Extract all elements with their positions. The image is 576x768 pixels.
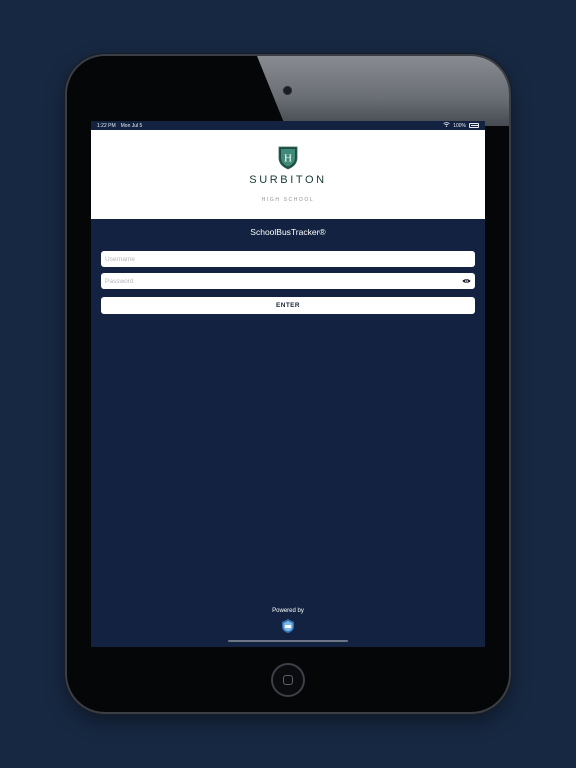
status-right: 100% [443,122,479,129]
wifi-icon [443,122,450,129]
school-name: SURBITON [249,174,327,186]
app-title: SchoolBusTracker® [250,227,326,237]
crest-monogram: H [284,153,292,165]
enter-button[interactable]: ENTER [101,297,475,314]
home-button-square-icon [283,675,293,685]
front-camera [283,86,292,95]
home-indicator[interactable] [228,640,348,642]
battery-percent: 100% [453,122,466,129]
app-screen: 1:22 PM Mon Jul 5 100% H SURBITON HIGH S… [91,121,485,647]
powered-by-label: Powered by [272,608,304,614]
status-bar: 1:22 PM Mon Jul 5 100% [91,121,485,130]
status-time: 1:22 PM [97,122,116,129]
password-input[interactable] [101,277,475,285]
powered-by-logo-icon [282,619,294,633]
password-field[interactable] [101,273,475,289]
battery-icon [469,123,479,128]
screen-glare [257,56,509,126]
school-subtitle: HIGH SCHOOL [261,197,315,203]
eye-icon[interactable] [462,277,471,285]
hardware-home-button[interactable] [271,663,305,697]
school-header: H SURBITON HIGH SCHOOL [91,130,485,219]
status-date: Mon Jul 5 [120,122,143,129]
username-input[interactable] [101,255,475,263]
crest-icon: H [278,146,298,170]
username-field[interactable] [101,251,475,267]
